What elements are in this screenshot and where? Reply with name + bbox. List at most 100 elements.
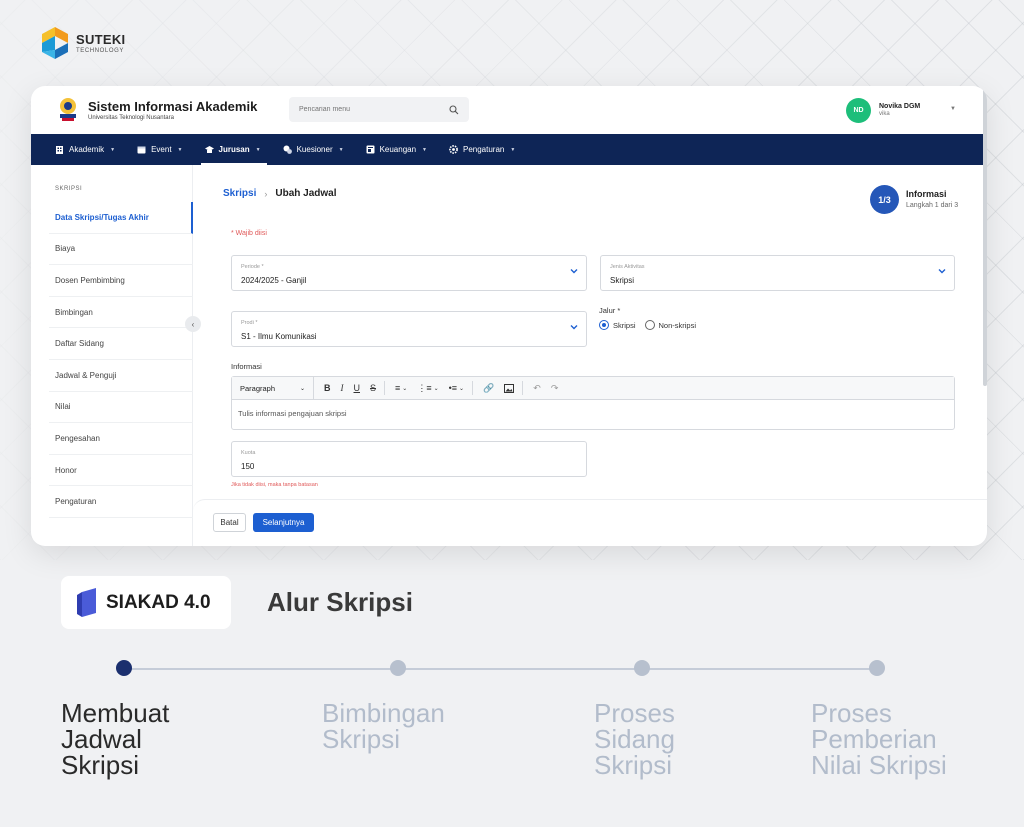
editor-body[interactable]: Tulis informasi pengajuan skripsi [232, 400, 954, 427]
align-left-icon[interactable]: ≡ ⌄ [395, 383, 407, 393]
user-menu[interactable]: ND Novika DGM vika ▼ [846, 98, 956, 123]
nav-label: Keuangan [379, 145, 417, 154]
undo-icon[interactable]: ↶ [533, 383, 541, 394]
step-counter: 1/3 [870, 185, 899, 214]
nav-label: Akademik [69, 145, 105, 154]
step-label-line: Pemberian [811, 724, 937, 754]
sidebar-item-honor[interactable]: Honor [49, 455, 193, 487]
step-dot-2 [390, 660, 406, 676]
sidebar: SKRIPSI Data Skripsi/Tugas Akhir Biaya D… [31, 165, 193, 546]
sidebar-item-jadwal-penguji[interactable]: Jadwal & Penguji [49, 360, 193, 392]
form-footer: Batal Selanjutnya [193, 499, 987, 546]
prodi-value: S1 - Ilmu Komunikasi [241, 332, 317, 341]
radio-skripsi[interactable] [599, 320, 609, 330]
underline-icon[interactable]: U [354, 383, 361, 393]
finance-icon [366, 145, 375, 154]
brand-sub: TECHNOLOGY [76, 47, 125, 54]
periode-select[interactable]: Periode * 2024/2025 - Ganjil [231, 255, 587, 291]
siakad-logo-icon [77, 588, 96, 617]
nav-akademik[interactable]: Akademik ▼ [55, 134, 115, 165]
calendar-icon [137, 146, 146, 154]
chevron-down-icon: ▼ [338, 146, 344, 153]
chevron-down-icon [570, 269, 578, 274]
step-label-line: Jadwal [61, 724, 142, 754]
nav-pengaturan[interactable]: Pengaturan ▼ [449, 134, 515, 165]
nav-label: Event [151, 145, 172, 154]
cancel-button[interactable]: Batal [213, 513, 246, 532]
redo-icon[interactable]: ↷ [551, 383, 559, 394]
sidebar-item-pengaturan[interactable]: Pengaturan [49, 486, 193, 518]
bold-icon[interactable]: B [324, 383, 331, 393]
nav-kuesioner[interactable]: Kuesioner ▼ [283, 134, 344, 165]
image-icon[interactable] [504, 383, 515, 393]
rich-text-editor[interactable]: Paragraph ⌄ B I U S ≡⌄ ⋮≡⌄ •≡⌄ 🔗 ↶ ↷ [231, 376, 955, 430]
system-title: Sistem Informasi Akademik Universitas Te… [88, 99, 257, 121]
radio-non-skripsi[interactable] [644, 320, 655, 330]
chevron-down-icon: ▼ [177, 146, 183, 153]
kuota-value: 150 [241, 462, 255, 471]
chevron-down-icon: ▼ [110, 146, 116, 153]
step-label-2: Bimbingan Skripsi [322, 700, 522, 752]
step-label-1: Membuat Jadwal Skripsi [61, 700, 261, 778]
search-input[interactable] [299, 106, 429, 113]
bulleted-list-icon[interactable]: •≡ ⌄ [449, 383, 464, 393]
step-label-line: Proses [811, 698, 892, 728]
building-icon [56, 146, 63, 154]
jalur-radio-group: Skripsi Non-skripsi [599, 320, 696, 330]
periode-value: 2024/2025 - Ganjil [241, 276, 307, 285]
flow-title: Alur Skripsi [267, 587, 413, 617]
chevron-down-icon: ▼ [422, 146, 427, 153]
avatar[interactable]: ND [846, 98, 871, 123]
sidebar-item-dosen-pembimbing[interactable]: Dosen Pembimbing [49, 265, 193, 297]
main-content: Skripsi › Ubah Jadwal 1/3 Informasi Lang… [193, 165, 987, 546]
search-box[interactable] [289, 97, 469, 122]
sidebar-item-biaya[interactable]: Biaya [49, 234, 193, 266]
periode-label: Periode * [241, 264, 264, 270]
brand-name: SUTEKI [76, 31, 126, 47]
paragraph-select[interactable]: Paragraph ⌄ [240, 377, 314, 399]
prodi-select[interactable]: Prodi * S1 - Ilmu Komunikasi [231, 311, 587, 347]
italic-icon[interactable]: I [341, 383, 344, 393]
toolbar-divider [472, 381, 474, 395]
scrollbar[interactable] [983, 86, 987, 386]
step-label-line: Bimbingan [322, 698, 445, 728]
jenis-aktivitas-select[interactable]: Jenis Aktivitas Skripsi [600, 255, 955, 291]
sidebar-item-nilai[interactable]: Nilai [49, 392, 193, 424]
graduation-cap-icon [204, 146, 214, 153]
progress-track [124, 668, 878, 670]
prodi-label: Prodi * [241, 320, 258, 326]
chevron-down-icon[interactable]: ▼ [950, 106, 956, 112]
nav-label: Kuesioner [296, 145, 333, 154]
kuota-input[interactable]: Kuota 150 [231, 441, 587, 477]
nav-jurusan[interactable]: Jurusan ▼ [200, 134, 267, 165]
suteki-logo-icon [42, 27, 68, 59]
siakad-badge: SIAKAD 4.0 [61, 576, 231, 629]
nav-event[interactable]: Event ▼ [137, 134, 183, 165]
step-label-line: Skripsi [61, 750, 140, 780]
step-dot-4 [869, 660, 885, 676]
user-name: Novika DGM [879, 102, 921, 110]
search-icon[interactable] [449, 104, 459, 115]
sidebar-item-data-skripsi[interactable]: Data Skripsi/Tugas Akhir [49, 202, 193, 234]
jenis-value: Skripsi [610, 276, 635, 285]
link-icon[interactable]: 🔗 [483, 383, 494, 394]
kuota-label: Kuota [241, 450, 256, 456]
university-logo-icon [60, 98, 76, 121]
nav-keuangan[interactable]: Keuangan ▼ [366, 134, 427, 165]
next-button[interactable]: Selanjutnya [253, 513, 314, 532]
numbered-list-icon[interactable]: ⋮≡ ⌄ [417, 383, 438, 394]
sidebar-item-daftar-sidang[interactable]: Daftar Sidang [49, 328, 193, 360]
step-label-line: Sidang [594, 724, 675, 754]
breadcrumb-parent[interactable]: Skripsi [223, 188, 256, 199]
sidebar-item-bimbingan[interactable]: Bimbingan [49, 297, 193, 329]
step-indicator: 1/3 Informasi Langkah 1 dari 3 [870, 185, 958, 214]
product-name: SIAKAD 4.0 [106, 591, 211, 613]
sidebar-item-pengesahan[interactable]: Pengesahan [49, 423, 193, 455]
radio-non-skripsi-label[interactable]: Non-skripsi [659, 321, 697, 330]
main-navbar: Akademik ▼ Event ▼ Jurusan ▼ Kuesioner ▼… [31, 134, 987, 165]
informasi-label: Informasi [231, 362, 262, 371]
toolbar-divider [522, 381, 524, 395]
strikethrough-icon[interactable]: S [370, 383, 376, 393]
toolbar-divider [384, 381, 386, 395]
radio-skripsi-label[interactable]: Skripsi [613, 321, 636, 330]
